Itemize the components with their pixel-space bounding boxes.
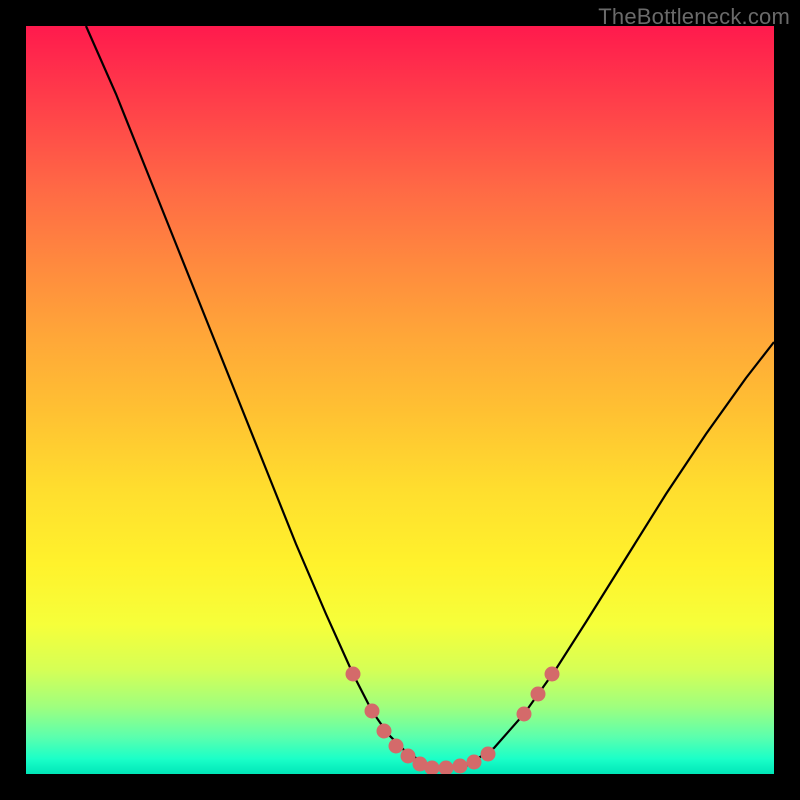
highlight-dot — [531, 687, 546, 702]
highlight-dot — [453, 759, 468, 774]
highlight-dot — [346, 667, 361, 682]
highlight-dot — [439, 761, 454, 775]
plot-area — [26, 26, 774, 774]
highlight-dot — [365, 704, 380, 719]
highlight-dot — [389, 739, 404, 754]
highlight-dot — [517, 707, 532, 722]
watermark-text: TheBottleneck.com — [598, 4, 790, 30]
chart-frame: TheBottleneck.com — [0, 0, 800, 800]
highlight-dot — [481, 747, 496, 762]
bottleneck-curve — [86, 26, 774, 768]
highlight-dot — [377, 724, 392, 739]
highlight-dot — [467, 755, 482, 770]
curve-overlay — [26, 26, 774, 774]
highlight-dot — [545, 667, 560, 682]
